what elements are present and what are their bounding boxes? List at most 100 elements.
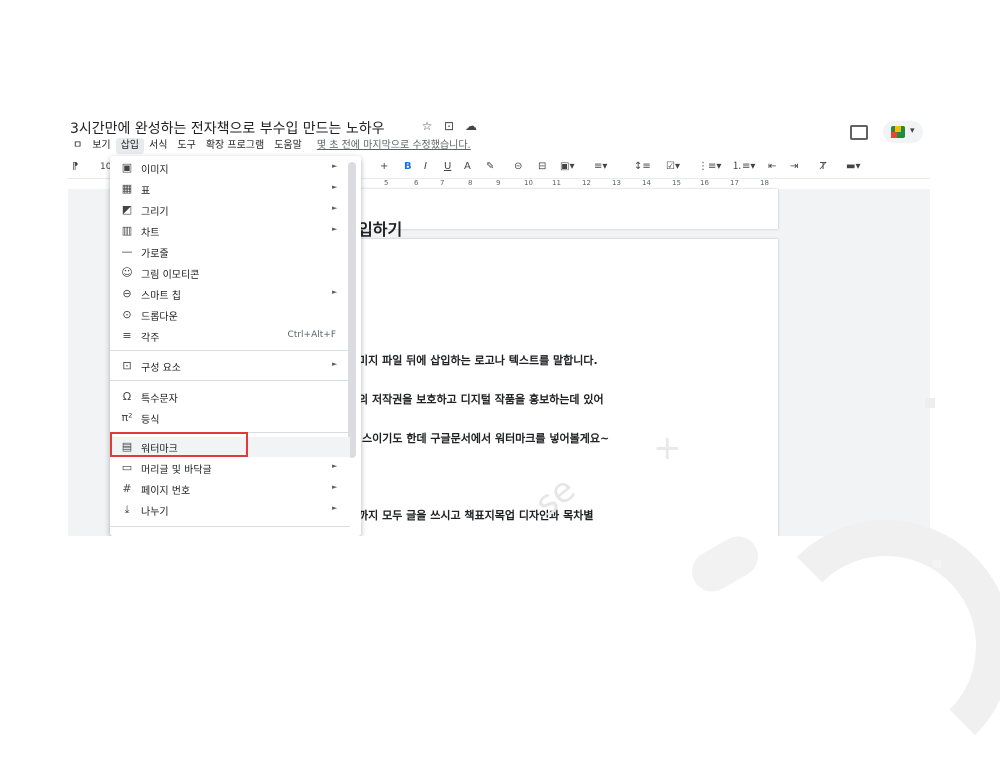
- menu-insert[interactable]: 삽입: [115, 138, 145, 154]
- emoji-icon: ☺: [121, 266, 133, 279]
- menu-item-header-footer[interactable]: ▭ 머리글 및 바닥글 ►: [110, 458, 350, 478]
- chart-icon: ▥: [121, 224, 133, 237]
- ruler-tick: 11: [552, 179, 561, 187]
- menu-divider: [110, 380, 350, 381]
- decrease-indent-icon[interactable]: ⇤: [768, 159, 776, 175]
- menu-item-drawing[interactable]: ◩ 그리기 ►: [110, 200, 350, 220]
- background-decoration: [933, 560, 941, 568]
- watermark-plus-mark: +: [653, 428, 682, 468]
- insert-menu: ▣ 이미지 ► ▦ 표 ► ◩ 그리기 ► ▥ 차트 ► — 가로줄 ☺ 그림 …: [110, 156, 361, 536]
- submenu-arrow-icon: ►: [332, 183, 338, 191]
- menu-help[interactable]: 도움말: [269, 138, 307, 154]
- equation-icon: π²: [121, 411, 133, 424]
- submenu-arrow-icon: ►: [332, 483, 338, 491]
- menu-item-horizontal-line[interactable]: — 가로줄: [110, 242, 350, 262]
- increase-indent-icon[interactable]: ⇥: [790, 159, 798, 175]
- bold-button[interactable]: B: [404, 159, 412, 175]
- menu-edit-partial[interactable]: ㅁ: [68, 138, 87, 154]
- ruler-tick: 7: [440, 179, 445, 187]
- title-bar: 3시간만에 완성하는 전자책으로 부수입 만드는 노하우 ☆ ⊡ ☁ ▾: [68, 108, 930, 143]
- checklist-icon[interactable]: ☑▾: [666, 159, 680, 175]
- submenu-arrow-icon: ►: [332, 288, 338, 296]
- menu-view[interactable]: 보기: [87, 138, 115, 154]
- ruler-tick: 12: [582, 179, 591, 187]
- italic-button[interactable]: I: [424, 159, 427, 175]
- ruler-tick: 5: [384, 179, 389, 187]
- doc-heading: 입하기: [358, 220, 403, 239]
- numbered-list-icon[interactable]: ⒈≡▾: [732, 159, 755, 175]
- cloud-status-icon[interactable]: ☁: [464, 119, 478, 133]
- increase-font-size-button[interactable]: +: [380, 159, 388, 175]
- menu-item-dropdown[interactable]: ⊙ 드롭다운: [110, 305, 350, 325]
- building-blocks-icon: ⊡: [122, 359, 132, 372]
- background-decoration: [760, 520, 1000, 772]
- menu-bar: ㅁ 보기 삽입 서식 도구 확장 프로그램 도움말 몇 초 전에 마지막으로 수…: [68, 138, 471, 154]
- doc-line: 미지 파일 뒤에 삽입하는 로고나 텍스트를 말합니다.: [358, 354, 598, 367]
- meet-button[interactable]: ▾: [883, 121, 923, 143]
- menu-item-emoji[interactable]: ☺ 그림 이모티콘: [110, 263, 350, 283]
- menu-extensions[interactable]: 확장 프로그램: [201, 138, 269, 154]
- insert-image-icon[interactable]: ▣▾: [560, 159, 574, 175]
- last-edit-link[interactable]: 몇 초 전에 마지막으로 수정했습니다.: [307, 138, 471, 154]
- menu-item-special-characters[interactable]: Ω 특수문자: [110, 387, 350, 407]
- menu-item-label: 머리글 및 바닥글: [141, 465, 212, 476]
- ruler-tick: 16: [700, 179, 709, 187]
- add-comment-icon[interactable]: ⊟: [538, 159, 546, 175]
- table-icon: ▦: [121, 182, 133, 195]
- horizontal-line-icon: —: [121, 245, 133, 258]
- underline-button[interactable]: U: [444, 159, 451, 175]
- menu-item-image[interactable]: ▣ 이미지 ►: [110, 158, 350, 178]
- menu-item-smart-chip[interactable]: ⊖ 스마트 칩 ►: [110, 284, 350, 304]
- ruler-tick: 17: [730, 179, 739, 187]
- menu-item-label: 특수문자: [141, 394, 178, 405]
- star-icon[interactable]: ☆: [420, 119, 434, 133]
- menu-item-equation[interactable]: π² 등식: [110, 408, 350, 428]
- menu-item-label: 각주: [141, 333, 160, 344]
- menu-item-building-blocks[interactable]: ⊡ 구성 요소 ►: [110, 356, 350, 376]
- menu-item-footnote[interactable]: ≡ 각주 Ctrl+Alt+F: [110, 326, 350, 346]
- menu-tools[interactable]: 도구: [172, 138, 200, 154]
- ruler-tick: 10: [524, 179, 533, 187]
- move-folder-icon[interactable]: ⊡: [442, 119, 456, 133]
- background-decoration: [925, 398, 935, 408]
- menu-item-chart[interactable]: ▥ 차트 ►: [110, 221, 350, 241]
- menu-item-label: 그리기: [141, 207, 169, 218]
- menu-item-table[interactable]: ▦ 표 ►: [110, 179, 350, 199]
- footnote-icon: ≡: [122, 329, 132, 342]
- comment-history-icon[interactable]: [850, 125, 868, 140]
- submenu-arrow-icon: ►: [332, 162, 338, 170]
- doc-title[interactable]: 3시간만에 완성하는 전자책으로 부수입 만드는 노하우: [70, 118, 385, 138]
- ruler-tick: 14: [642, 179, 651, 187]
- menu-item-label: 드롭다운: [141, 312, 178, 323]
- submenu-arrow-icon: ►: [332, 360, 338, 368]
- text-color-icon[interactable]: A: [464, 159, 471, 175]
- menu-item-label: 페이지 번호: [141, 486, 191, 497]
- meet-camera-icon: [891, 126, 905, 138]
- submenu-arrow-icon: ►: [332, 204, 338, 212]
- bullet-list-icon[interactable]: ⋮≡▾: [698, 159, 721, 175]
- page-number-icon: #: [122, 482, 132, 495]
- highlight-pen-icon[interactable]: ✎: [486, 159, 494, 175]
- menu-format[interactable]: 서식: [144, 138, 172, 154]
- special-chars-icon: Ω: [122, 390, 132, 403]
- google-docs-window: 3시간만에 완성하는 전자책으로 부수입 만드는 노하우 ☆ ⊡ ☁ ▾ ㅁ 보…: [68, 108, 930, 536]
- ruler-tick: 15: [672, 179, 681, 187]
- ruler-tick: 9: [496, 179, 501, 187]
- menu-item-label: 이미지: [141, 165, 169, 176]
- clear-formatting-icon[interactable]: Ⱦ: [820, 159, 826, 175]
- menu-item-label: 스마트 칩: [141, 291, 181, 302]
- menu-item-label: 구성 요소: [141, 363, 181, 374]
- menu-divider: [110, 526, 350, 527]
- title-icons: ☆ ⊡ ☁: [420, 119, 478, 133]
- link-icon[interactable]: ⊝: [514, 159, 522, 175]
- more-options-icon[interactable]: ▬▾: [846, 159, 860, 175]
- paint-format-icon[interactable]: ⁋: [72, 159, 78, 175]
- submenu-arrow-icon: ►: [332, 504, 338, 512]
- menu-divider: [110, 350, 350, 351]
- menu-item-break[interactable]: ⤓ 나누기 ►: [110, 500, 350, 520]
- submenu-arrow-icon: ►: [332, 462, 338, 470]
- doc-line: |스이기도 한데 구글문서에서 워터마크를 넣어볼게요~: [358, 432, 610, 445]
- align-icon[interactable]: ≡▾: [594, 159, 607, 175]
- line-spacing-icon[interactable]: ↕≡: [634, 159, 651, 175]
- menu-item-page-number[interactable]: # 페이지 번호 ►: [110, 479, 350, 499]
